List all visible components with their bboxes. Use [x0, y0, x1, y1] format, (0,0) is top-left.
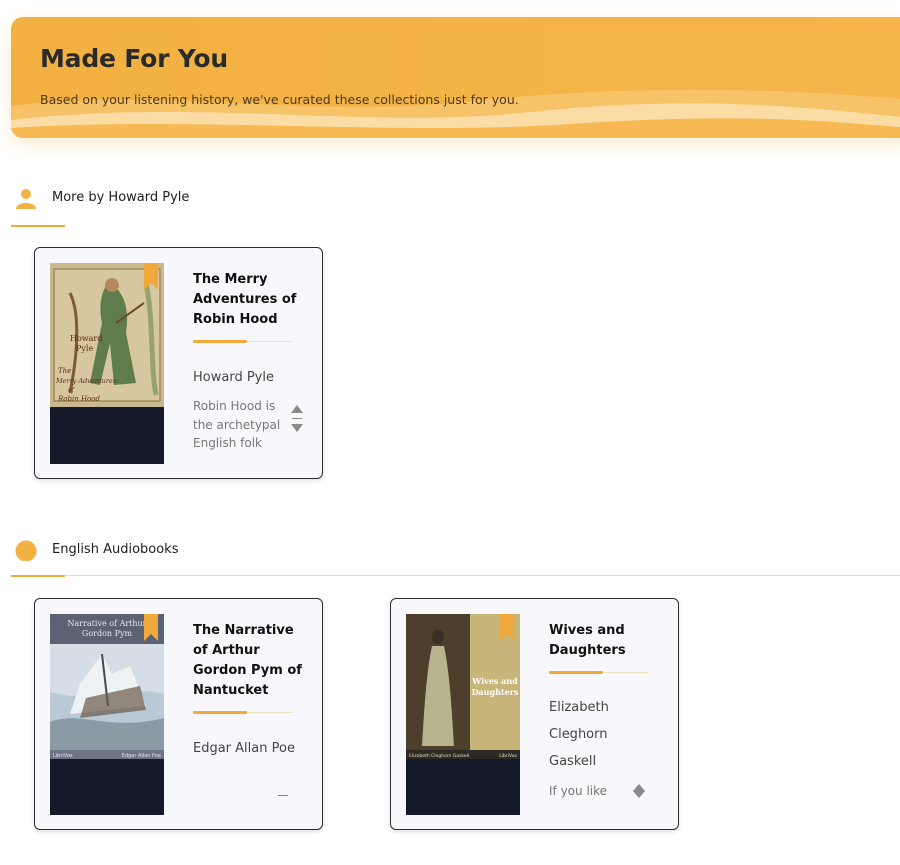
circle-icon	[15, 540, 37, 561]
cover-text: Wives and	[471, 676, 518, 686]
book-author[interactable]: Edgar Allan Poe	[193, 735, 303, 762]
book-cover[interactable]: Wives and Daughters Elizabeth Cleghorn G…	[406, 614, 520, 815]
scroll-up-icon[interactable]	[291, 405, 303, 413]
title-underline-fill	[193, 711, 247, 714]
title-underline-track	[603, 672, 649, 673]
cover-text: Gordon Pym	[82, 629, 133, 638]
cover-text: Robin Hood	[57, 395, 100, 403]
book-card-wives-and-daughters[interactable]: Wives and Daughters Elizabeth Cleghorn G…	[390, 598, 679, 830]
section-title: More by Howard Pyle	[52, 190, 190, 205]
cover-text: Daughters	[472, 687, 519, 697]
scroll-down-icon[interactable]	[633, 791, 645, 798]
title-underline	[193, 340, 293, 343]
title-underline-fill	[549, 671, 603, 674]
book-cover-art: Narrative of Arthur Gordon Pym LibriVox …	[50, 614, 164, 759]
section-underline	[11, 225, 71, 227]
title-underline-track	[247, 712, 293, 713]
book-author[interactable]: Howard Pyle	[193, 364, 303, 391]
made-for-you-banner: Made For You Based on your listening his…	[11, 17, 900, 138]
cover-text: Edgar Allan Poe	[122, 753, 161, 759]
scroll-up-icon[interactable]	[633, 784, 645, 791]
book-title[interactable]: The Narrative of Arthur Gordon Pym of Na…	[193, 621, 303, 701]
book-cover[interactable]: Narrative of Arthur Gordon Pym LibriVox …	[50, 614, 164, 815]
section-title: English Audiobooks	[52, 542, 179, 557]
person-icon	[16, 189, 36, 209]
title-underline-track	[247, 341, 293, 342]
section-underline-track	[65, 575, 900, 576]
book-title[interactable]: Wives and Daughters	[549, 621, 659, 661]
book-cover[interactable]: Howard Pyle The Merry Adventures of Robi…	[50, 263, 164, 464]
cover-text: Howard	[70, 334, 102, 343]
bookmark-icon[interactable]	[144, 614, 158, 641]
description-scroll-control[interactable]	[631, 784, 647, 798]
scroll-down-icon[interactable]	[291, 424, 303, 432]
cover-text: Merry Adventures	[55, 377, 117, 385]
banner-wave-decoration	[11, 89, 900, 138]
book-card-robin-hood[interactable]: Howard Pyle The Merry Adventures of Robi…	[34, 247, 323, 479]
book-cover-art: Wives and Daughters Elizabeth Cleghorn G…	[406, 614, 520, 759]
title-underline	[193, 711, 293, 714]
book-title[interactable]: The Merry Adventures of Robin Hood	[193, 270, 303, 330]
book-cover-art: Howard Pyle The Merry Adventures of Robi…	[50, 263, 164, 407]
section-underline	[11, 575, 900, 577]
cover-text: Pyle	[76, 344, 93, 353]
description-scroll-control[interactable]	[289, 405, 305, 432]
book-author[interactable]: Elizabeth Cleghorn Gaskell	[549, 694, 649, 775]
scroll-separator	[292, 418, 302, 419]
cover-text: LibriVox	[499, 753, 517, 759]
section-header-howard-pyle: More by Howard Pyle	[11, 187, 311, 217]
page-subtitle: Based on your listening history, we've c…	[40, 92, 519, 107]
page-title: Made For You	[40, 44, 228, 73]
description-scroll-control[interactable]	[275, 795, 291, 796]
book-description: Robin Hood is the archetypal English fol…	[193, 399, 281, 450]
bookmark-icon[interactable]	[144, 263, 158, 290]
cover-text: The	[58, 367, 71, 375]
title-underline	[549, 671, 649, 674]
bookmark-icon[interactable]	[500, 614, 514, 641]
section-header-english-audiobooks: English Audiobooks	[11, 539, 311, 569]
cover-text: Narrative of Arthur	[67, 619, 146, 628]
cover-text: Elizabeth Cleghorn Gaskell	[409, 753, 469, 759]
cover-text: LibriVox	[53, 753, 73, 759]
title-underline-fill	[193, 340, 247, 343]
scroll-separator	[278, 795, 288, 796]
book-card-arthur-gordon-pym[interactable]: Narrative of Arthur Gordon Pym LibriVox …	[34, 598, 323, 830]
section-underline-accent	[11, 575, 65, 577]
section-underline-accent	[11, 225, 65, 227]
